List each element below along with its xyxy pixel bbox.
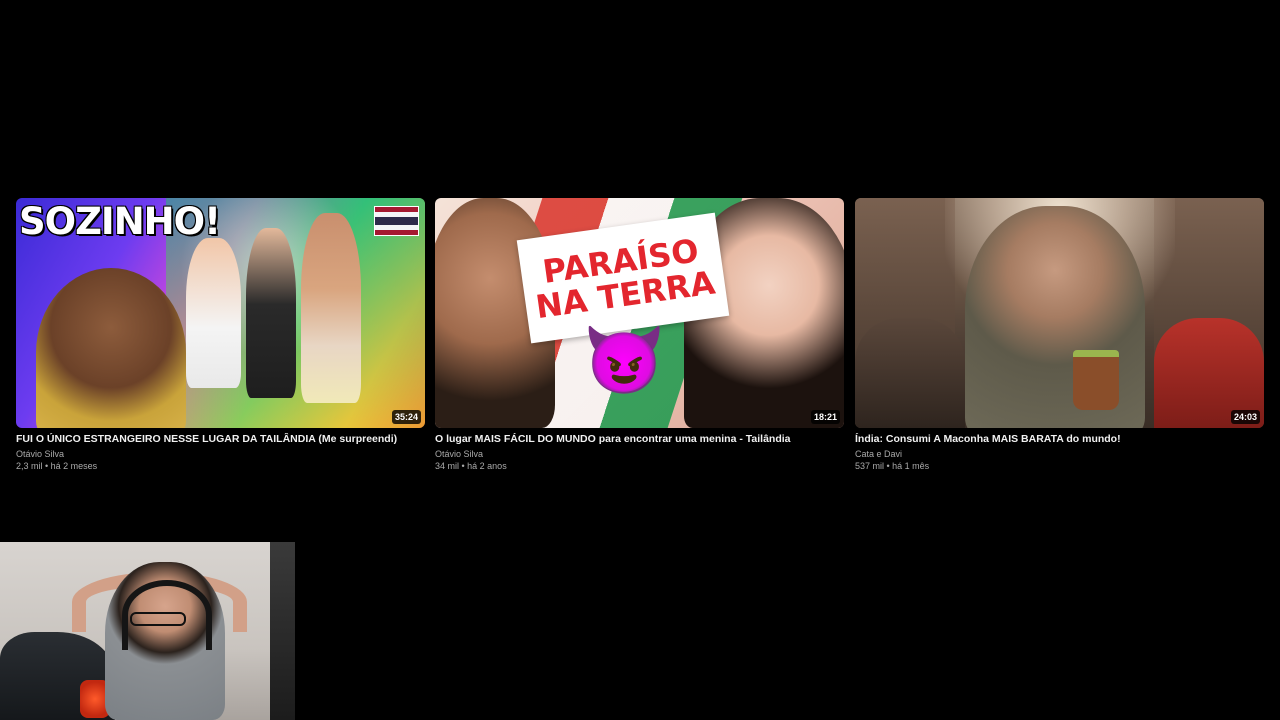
- video-grid: SOZINHO! 35:24 FUI O ÚNICO ESTRANGEIRO N…: [16, 198, 1264, 478]
- thumbnail-caption: PARAÍSO NA TERRA: [533, 231, 718, 327]
- video-thumbnail[interactable]: SOZINHO! 35:24: [16, 198, 425, 428]
- devil-emoji-icon: 😈: [583, 323, 666, 397]
- channel-name[interactable]: Cata e Davi: [855, 449, 1264, 459]
- video-card[interactable]: PARAÍSO NA TERRA 😈 18:21 O lugar MAIS FÁ…: [435, 198, 844, 471]
- webcam-overlay: [0, 542, 295, 720]
- video-meta: Índia: Consumi A Maconha MAIS BARATA do …: [855, 428, 1264, 471]
- video-stats: 34 mil • há 2 anos: [435, 461, 507, 471]
- video-title[interactable]: Índia: Consumi A Maconha MAIS BARATA do …: [855, 433, 1264, 446]
- video-stats: 537 mil • há 1 mês: [855, 461, 930, 471]
- video-meta: O lugar MAIS FÁCIL DO MUNDO para encontr…: [435, 428, 844, 471]
- video-thumbnail[interactable]: PARAÍSO NA TERRA 😈 18:21: [435, 198, 844, 428]
- thumbnail-cup: [1073, 350, 1119, 410]
- video-title[interactable]: FUI O ÚNICO ESTRANGEIRO NESSE LUGAR DA T…: [16, 433, 425, 446]
- video-card[interactable]: 24:03 Índia: Consumi A Maconha MAIS BARA…: [855, 198, 1264, 471]
- thumbnail-dancer: [301, 213, 361, 403]
- video-title[interactable]: O lugar MAIS FÁCIL DO MUNDO para encontr…: [435, 433, 844, 446]
- video-thumbnail[interactable]: 24:03: [855, 198, 1264, 428]
- channel-name[interactable]: Otávio Silva: [435, 449, 844, 459]
- thumbnail-presenter: [36, 268, 186, 428]
- duration-badge: 18:21: [810, 410, 840, 424]
- duration-badge: 24:03: [1230, 410, 1260, 424]
- thumbnail-caption: SOZINHO!: [19, 200, 221, 243]
- channel-name[interactable]: Otávio Silva: [16, 449, 425, 459]
- thailand-flag-icon: [374, 206, 419, 236]
- video-meta: FUI O ÚNICO ESTRANGEIRO NESSE LUGAR DA T…: [16, 428, 425, 471]
- duration-badge: 35:24: [391, 410, 421, 424]
- thumbnail-dancer: [186, 238, 241, 388]
- video-card[interactable]: SOZINHO! 35:24 FUI O ÚNICO ESTRANGEIRO N…: [16, 198, 425, 471]
- webcam-background: [270, 542, 295, 720]
- thumbnail-dancer: [246, 228, 296, 398]
- webcam-glasses: [130, 612, 186, 626]
- thumbnail-crowd: [855, 318, 965, 428]
- video-stats: 2,3 mil • há 2 meses: [16, 461, 98, 471]
